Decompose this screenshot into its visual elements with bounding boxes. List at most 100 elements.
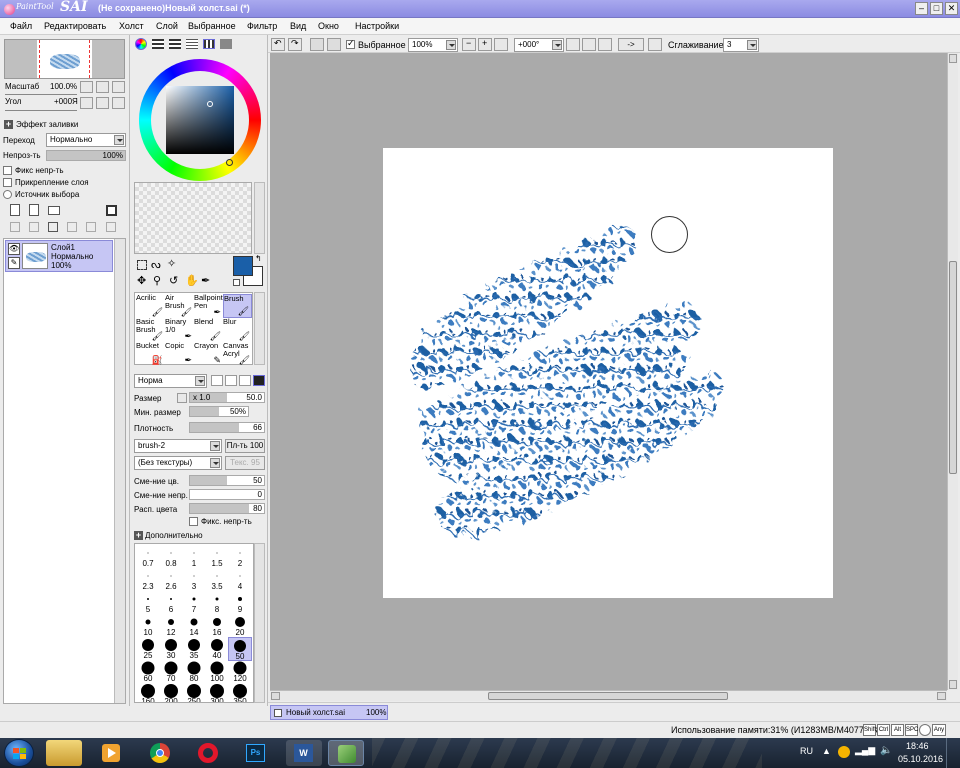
- color-mix-slider[interactable]: 50: [189, 475, 265, 486]
- swatches-area[interactable]: [134, 182, 252, 254]
- tool-blend[interactable]: Blend 🖌: [194, 318, 223, 342]
- menu-file[interactable]: Файл: [10, 21, 32, 31]
- shape-strength-button[interactable]: Пл-ть 100: [225, 439, 265, 453]
- brush-size-option[interactable]: 3.5: [205, 568, 229, 592]
- delete-layer-icon[interactable]: [67, 222, 77, 232]
- tool-brush[interactable]: Brush 🖌: [223, 294, 252, 318]
- brush-size-option[interactable]: 9: [228, 591, 252, 615]
- brush-size-option[interactable]: 160: [136, 683, 160, 702]
- scroll-up-icon[interactable]: [949, 54, 957, 63]
- expand-icon[interactable]: +: [134, 531, 143, 540]
- merge-down-icon[interactable]: [29, 222, 39, 232]
- brush-size-option[interactable]: 80: [182, 660, 206, 684]
- brush-shape-select[interactable]: brush-2: [134, 439, 222, 453]
- zoom-out-button[interactable]: [80, 81, 93, 93]
- canvas-zoom-reset-button[interactable]: [494, 38, 508, 51]
- tool-binary[interactable]: Binary 1/0 ✒: [165, 318, 194, 342]
- show-desktop-button[interactable]: [946, 738, 960, 768]
- density-slider[interactable]: 66: [189, 422, 265, 433]
- opera-taskbar-icon[interactable]: [190, 740, 226, 766]
- color-spread-slider[interactable]: 80: [189, 503, 265, 514]
- rect-select-icon[interactable]: [137, 260, 147, 270]
- rotate-icon[interactable]: ↺: [169, 274, 178, 287]
- brush-size-option[interactable]: 12: [159, 614, 183, 638]
- tool-air-brush[interactable]: Air Brush 🖌: [165, 294, 194, 318]
- brush-size-option[interactable]: 250: [182, 683, 206, 702]
- expand-icon[interactable]: +: [4, 120, 13, 129]
- lasso-icon[interactable]: ᔓ: [151, 258, 161, 271]
- tool-blur[interactable]: Blur 🖌: [223, 318, 252, 342]
- swatches-tab-icon[interactable]: [203, 39, 215, 49]
- chrome-taskbar-icon[interactable]: [142, 740, 178, 766]
- hsv-slider-tab-icon[interactable]: [169, 39, 181, 49]
- tray-expand-icon[interactable]: ▲: [822, 746, 831, 756]
- brush-size-option[interactable]: 20: [228, 614, 252, 638]
- close-button[interactable]: ✕: [945, 2, 958, 15]
- tool-copic[interactable]: Copic ✒: [165, 342, 194, 366]
- brush-size-option[interactable]: 350: [228, 683, 252, 702]
- brush-size-option[interactable]: 16: [205, 614, 229, 638]
- magic-wand-icon[interactable]: ✧: [167, 257, 176, 270]
- menu-window[interactable]: Окно: [318, 21, 339, 31]
- color-wheel-tab-icon[interactable]: [135, 38, 147, 50]
- color-mixer-tab-icon[interactable]: [186, 39, 198, 49]
- brush-size-option[interactable]: 35: [182, 637, 206, 661]
- zoom-in-button[interactable]: [96, 81, 109, 93]
- blend-mode-select[interactable]: Нормально: [46, 133, 126, 147]
- stabilizer-toggle-button[interactable]: [648, 38, 662, 51]
- deselect-button[interactable]: [310, 38, 324, 51]
- brush-size-option[interactable]: 40: [205, 637, 229, 661]
- canvas-rotate-right-button[interactable]: [582, 38, 596, 51]
- new-layer-icon[interactable]: [10, 204, 20, 216]
- brush-size-option[interactable]: 4: [228, 568, 252, 592]
- transparent-color-icon[interactable]: [233, 279, 240, 286]
- start-button[interactable]: [4, 739, 34, 767]
- pencil-icon[interactable]: ✎: [8, 257, 20, 269]
- new-vector-layer-icon[interactable]: [29, 204, 39, 216]
- menu-filter[interactable]: Фильтр: [247, 21, 277, 31]
- brush-size-option[interactable]: 8: [205, 591, 229, 615]
- menu-edit[interactable]: Редактировать: [44, 21, 106, 31]
- brush-size-scrollbar[interactable]: [254, 543, 265, 703]
- size-multiplier-button[interactable]: [177, 393, 187, 403]
- hand-icon[interactable]: ✋: [185, 274, 199, 287]
- fill-effect-label[interactable]: Эффект заливки: [16, 120, 78, 129]
- saturation-value-square[interactable]: [166, 86, 234, 154]
- brush-mode-select[interactable]: Норма: [134, 374, 207, 388]
- zoom-slider[interactable]: [5, 94, 77, 95]
- selection-source-radio[interactable]: [3, 190, 12, 199]
- scratchpad-tab-icon[interactable]: [220, 39, 232, 49]
- layer-item[interactable]: 👁 ✎ Слой1 Нормально 100%: [5, 240, 113, 272]
- brush-size-option[interactable]: 2: [228, 545, 252, 569]
- undo-button[interactable]: ↶: [271, 38, 285, 51]
- canvas-zoom-out-button[interactable]: −: [462, 38, 476, 51]
- fix-opacity-checkbox[interactable]: [189, 517, 198, 526]
- move-icon[interactable]: ✥: [137, 274, 146, 287]
- scroll-right-icon[interactable]: [937, 692, 946, 700]
- lock-opacity-checkbox[interactable]: [3, 166, 12, 175]
- layer-mask-icon[interactable]: [106, 205, 117, 216]
- brush-size-option[interactable]: 2.3: [136, 568, 160, 592]
- horizontal-scroll-thumb[interactable]: [488, 692, 728, 700]
- brush-size-option[interactable]: 0.8: [159, 545, 183, 569]
- word-taskbar-icon[interactable]: W: [286, 740, 322, 766]
- rotate-reset-button[interactable]: [112, 97, 125, 109]
- advanced-label[interactable]: Дополнительно: [145, 531, 203, 540]
- brush-shape-sharp-icon[interactable]: [211, 375, 223, 386]
- redo-button[interactable]: ↷: [288, 38, 302, 51]
- brush-shape-flat-icon[interactable]: [253, 375, 265, 386]
- explorer-taskbar-icon[interactable]: [46, 740, 82, 766]
- texture-select[interactable]: (Без текстуры): [134, 456, 222, 470]
- sai-taskbar-icon[interactable]: [328, 740, 364, 766]
- zoom-icon[interactable]: ⚲: [153, 274, 161, 287]
- invert-selection-button[interactable]: [327, 38, 341, 51]
- scroll-left-icon[interactable]: [271, 692, 280, 700]
- brush-shape-medium-icon[interactable]: [225, 375, 237, 386]
- tool-bucket[interactable]: Bucket ⛽: [136, 342, 165, 366]
- tool-crayon[interactable]: Crayon ✎: [194, 342, 223, 366]
- smoothing-select[interactable]: 3: [723, 38, 759, 52]
- show-selection-checkbox[interactable]: [346, 38, 355, 49]
- layer-opacity-slider[interactable]: 100%: [46, 150, 126, 161]
- brush-size-option[interactable]: 50: [228, 637, 252, 661]
- rgb-slider-tab-icon[interactable]: [152, 39, 164, 49]
